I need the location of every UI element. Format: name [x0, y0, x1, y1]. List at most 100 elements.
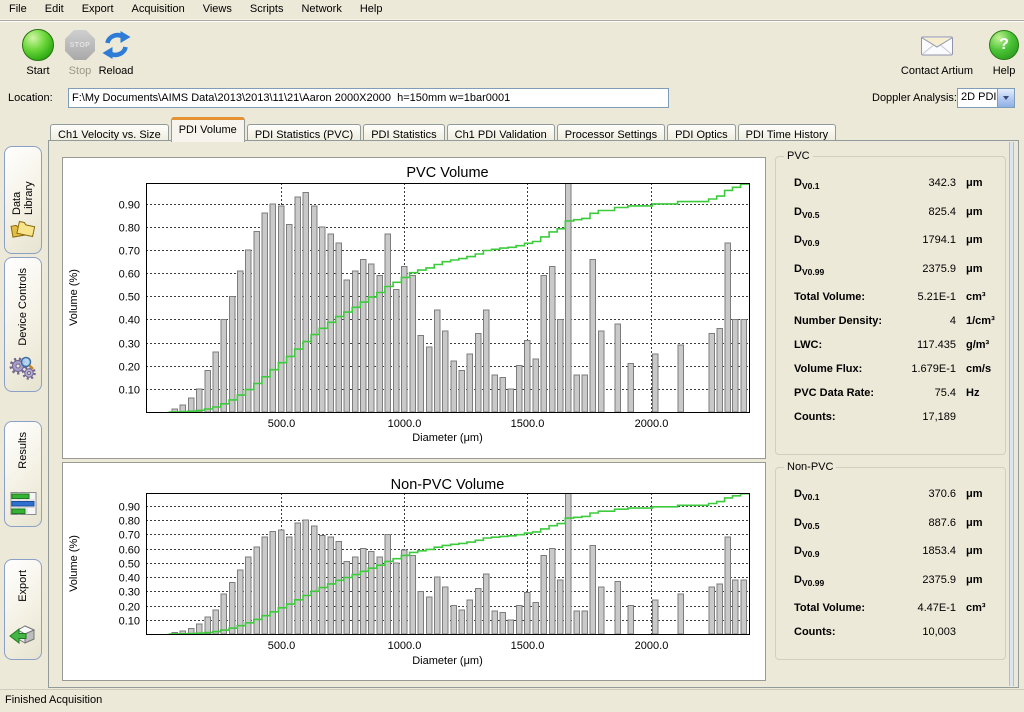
menu-item-help[interactable]: Help — [351, 0, 392, 17]
y-tick-label: 0.70 — [119, 530, 140, 542]
stat-unit: cm³ — [966, 602, 986, 614]
status-text: Finished Acquisition — [5, 694, 102, 706]
stat-value: 5.21E-1 — [894, 291, 956, 303]
menu-item-export[interactable]: Export — [73, 0, 123, 17]
stat-value: 10,003 — [894, 626, 956, 638]
menu-item-acquisition[interactable]: Acquisition — [123, 0, 194, 17]
export-arrow-icon — [8, 622, 38, 652]
location-label: Location: — [8, 92, 53, 104]
stat-value: 342.3 — [894, 177, 956, 189]
doppler-analysis-value: 2D PDI — [958, 89, 997, 107]
toolbar-button-label: Contact Artium — [898, 65, 976, 77]
stat-row: PVC Data Rate:75.4 Hz — [794, 387, 995, 411]
chart-title: PVC Volume — [406, 165, 488, 181]
gears-icon — [9, 353, 37, 384]
stat-value: 370.6 — [894, 488, 956, 500]
nonpvc-stats-groupbox: Non-PVC DV0.1370.6μmDV0.5887.6μmDV0.9185… — [775, 467, 1006, 660]
doppler-analysis-label: Doppler Analysis: — [872, 92, 957, 104]
doppler-analysis-select[interactable]: 2D PDI — [957, 88, 1015, 108]
x-axis-label: Diameter (μm) — [412, 655, 483, 667]
stat-value: 117.435 — [894, 339, 956, 351]
y-tick-label: 0.80 — [119, 223, 140, 235]
stat-row: Counts:17,189 — [794, 411, 995, 435]
stat-value: 887.6 — [894, 517, 956, 529]
menu-item-file[interactable]: File — [0, 0, 36, 17]
stat-label: PVC Data Rate: — [794, 387, 894, 399]
y-tick-label: 0.60 — [119, 545, 140, 557]
contact-artium-button[interactable]: Contact Artium — [898, 28, 976, 77]
folders-icon — [8, 215, 38, 246]
sidebar-item-export[interactable]: Export — [4, 559, 42, 660]
x-tick-label: 2000.0 — [635, 640, 669, 652]
stat-row: Number Density:41/cm³ — [794, 315, 995, 339]
stat-row: DV0.91794.1μm — [794, 234, 995, 263]
stat-label: Total Volume: — [794, 602, 894, 614]
histogram-bars — [172, 492, 747, 634]
menu-item-network[interactable]: Network — [292, 0, 350, 17]
stat-unit: μm — [966, 574, 983, 586]
sidebar-item-label: Device Controls — [17, 268, 29, 346]
stat-label: DV0.1 — [794, 488, 894, 502]
aims-application-window: { "menu": {"items": ["File","Edit","Expo… — [0, 0, 1024, 711]
stat-value: 2375.9 — [894, 574, 956, 586]
stat-value: 2375.9 — [894, 263, 956, 275]
stat-row: DV0.992375.9 μm — [794, 574, 995, 603]
x-tick-label: 1500.0 — [511, 640, 545, 652]
y-tick-label: 0.20 — [119, 602, 140, 614]
menu-item-edit[interactable]: Edit — [36, 0, 73, 17]
stat-value: 1794.1 — [894, 234, 956, 246]
stat-label: Total Volume: — [794, 291, 894, 303]
stat-unit: μm — [966, 488, 983, 500]
envelope-icon — [898, 28, 976, 62]
combo-dropdown-button[interactable] — [997, 89, 1014, 107]
stat-unit: μm — [966, 206, 983, 218]
x-tick-label: 1500.0 — [511, 418, 545, 430]
help-icon: ? — [976, 28, 1024, 62]
stat-row: DV0.91853.4μm — [794, 545, 995, 574]
stat-value: 17,189 — [894, 411, 956, 423]
menu-item-views[interactable]: Views — [194, 0, 241, 17]
y-tick-label: 0.40 — [119, 573, 140, 585]
stat-unit: μm — [966, 177, 983, 189]
nonpvc-group-title: Non-PVC — [784, 461, 836, 473]
stat-unit: Hz — [966, 387, 979, 399]
help-button[interactable]: ? Help — [976, 28, 1024, 77]
y-axis-label: Volume (%) — [68, 535, 80, 592]
stat-row: DV0.1342.3 μm — [794, 177, 995, 206]
stat-unit: cm³ — [966, 291, 986, 303]
stat-label: DV0.99 — [794, 574, 894, 588]
y-tick-label: 0.30 — [119, 339, 140, 351]
stat-unit: cm/s — [966, 363, 991, 375]
stat-value: 4.47E-1 — [894, 602, 956, 614]
location-bar: Location: Doppler Analysis: 2D PDI — [0, 84, 1024, 114]
sidebar-item-results[interactable]: Results — [4, 421, 42, 527]
tab-strip: Ch1 Velocity vs. SizePDI VolumePDI Stati… — [50, 119, 838, 141]
reload-button[interactable]: Reload — [88, 28, 144, 77]
menu-item-scripts[interactable]: Scripts — [241, 0, 293, 17]
pvc-volume-chart: 0.100.200.300.400.500.600.700.800.90500.… — [63, 158, 765, 458]
menu-bar: FileEditExportAcquisitionViewsScriptsNet… — [0, 0, 1024, 20]
tab-pdi-volume[interactable]: PDI Volume — [171, 117, 245, 142]
y-axis-label: Volume (%) — [68, 269, 80, 326]
y-tick-label: 0.90 — [119, 200, 140, 212]
sidebar-item-device-controls[interactable]: Device Controls — [4, 257, 42, 392]
x-tick-label: 500.0 — [268, 418, 296, 430]
stat-row: Counts:10,003 — [794, 626, 995, 650]
location-input[interactable] — [68, 88, 669, 108]
sidebar-item-label: Export — [17, 570, 29, 602]
x-tick-label: 1000.0 — [388, 418, 422, 430]
stat-value: 1853.4 — [894, 545, 956, 557]
toolbar-button-label: Help — [976, 65, 1024, 77]
stat-row: Total Volume:4.47E-1 cm³ — [794, 602, 995, 626]
stat-label: DV0.1 — [794, 177, 894, 191]
stat-value: 75.4 — [894, 387, 956, 399]
sidebar-item-data-library[interactable]: Data Library — [4, 146, 42, 254]
pvc-stats-groupbox: PVC DV0.1342.3μmDV0.5825.4μmDV0.91794.1μ… — [775, 156, 1006, 455]
toolbar: StartSTOPStopReloadContact Artium?Help — [0, 20, 1024, 85]
y-tick-label: 0.10 — [119, 616, 140, 628]
y-tick-label: 0.50 — [119, 292, 140, 304]
stat-label: Number Density: — [794, 315, 894, 327]
stat-label: DV0.99 — [794, 263, 894, 277]
stat-row: DV0.992375.9μm — [794, 263, 995, 292]
stat-unit: μm — [966, 545, 983, 557]
